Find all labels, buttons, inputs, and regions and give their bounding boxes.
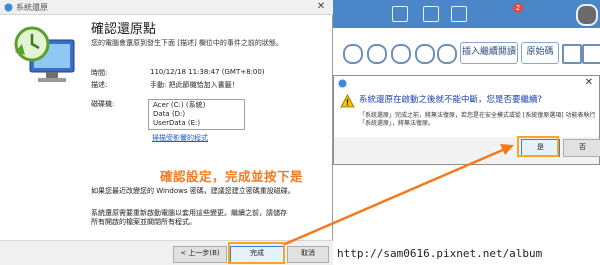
watermark-text: http://sam0616.pixnet.net/album — [337, 247, 543, 260]
annotation-arrow — [284, 144, 514, 246]
